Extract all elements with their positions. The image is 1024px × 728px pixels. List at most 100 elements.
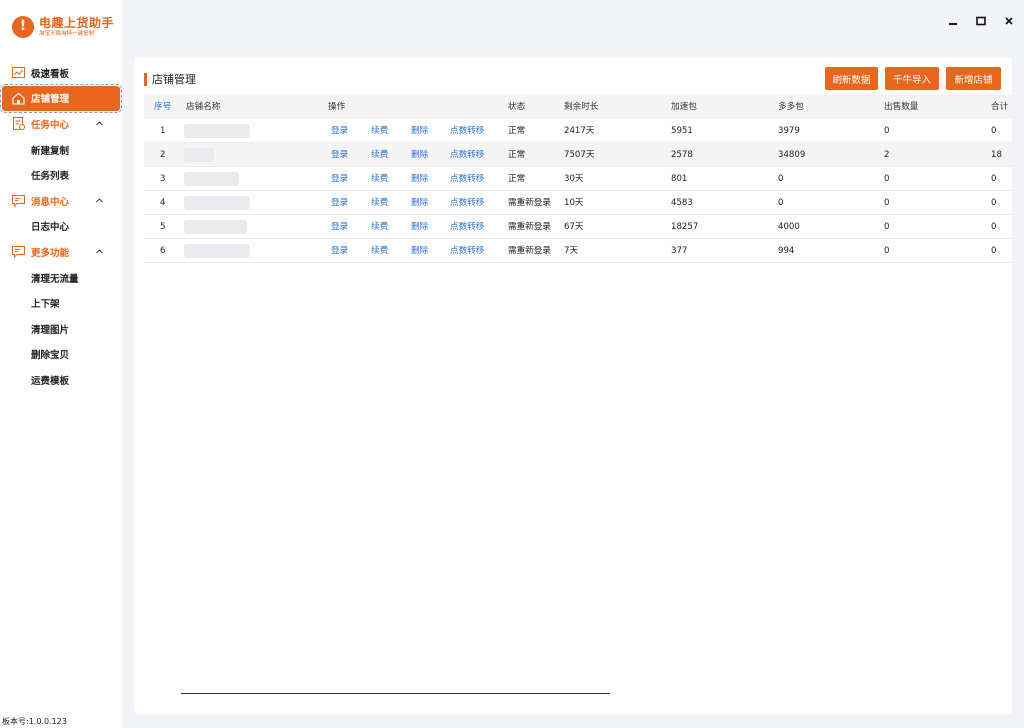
delete-link[interactable]: 删除 (411, 167, 428, 191)
horizontal-scrollbar[interactable] (181, 693, 610, 694)
minimize-button[interactable] (946, 14, 960, 28)
cell-speed-pack: 4583 (671, 198, 693, 208)
sidebar-item-new-copy[interactable]: 新建复制 (0, 137, 122, 163)
header-sold: 出售数量 (884, 102, 919, 112)
cell-duo-pack: 0 (778, 174, 784, 184)
close-button[interactable] (1002, 14, 1016, 28)
renew-link[interactable]: 续费 (371, 239, 388, 263)
header-seq[interactable]: 序号 (154, 95, 171, 119)
store-name-redacted (184, 220, 247, 234)
cell-total: 18 (991, 150, 1002, 160)
sidebar-nav: 极速看板 店铺管理 任务中心 新建复制 任务列表 消息中心 日志中心 更多功能 (0, 60, 122, 393)
table-row: 5 登录 续费 删除 点数转移 需重新登录 67天 18257 4000 0 0 (144, 215, 1012, 239)
renew-link[interactable]: 续费 (371, 167, 388, 191)
close-icon (1005, 17, 1013, 25)
sidebar-item-clean-no-traffic[interactable]: 清理无流量 (0, 265, 122, 291)
cell-duo-pack: 994 (778, 246, 795, 256)
login-link[interactable]: 登录 (331, 167, 348, 191)
qianniu-import-button[interactable]: 千牛导入 (885, 67, 939, 90)
sidebar-group-message-center[interactable]: 消息中心 (0, 188, 122, 214)
cell-remaining: 2417天 (564, 126, 595, 136)
cell-remaining: 67天 (564, 222, 584, 232)
table-row: 3 登录 续费 删除 点数转移 正常 30天 801 0 0 0 (144, 167, 1012, 191)
cell-status: 正常 (508, 126, 526, 136)
sidebar-item-clean-images[interactable]: 清理图片 (0, 316, 122, 342)
cell-status: 正常 (508, 174, 526, 184)
sidebar-item-label: 更多功能 (31, 247, 70, 259)
cell-seq: 1 (160, 126, 166, 136)
chevron-up-icon[interactable] (96, 248, 103, 255)
cell-remaining: 10天 (564, 198, 584, 208)
renew-link[interactable]: 续费 (371, 143, 388, 167)
header-duo-pack: 多多包 (778, 102, 804, 112)
transfer-points-link[interactable]: 点数转移 (450, 143, 484, 167)
transfer-points-link[interactable]: 点数转移 (450, 167, 484, 191)
cell-total: 0 (991, 174, 997, 184)
store-name-redacted (184, 148, 214, 162)
sidebar-item-delete-items[interactable]: 删除宝贝 (0, 342, 122, 368)
add-store-button[interactable]: 新增店铺 (946, 67, 1001, 90)
cell-total: 0 (991, 222, 997, 232)
delete-link[interactable]: 删除 (411, 119, 428, 143)
header-speed-pack: 加速包 (671, 102, 697, 112)
delete-link[interactable]: 删除 (411, 191, 428, 215)
cell-status: 需重新登录 (508, 198, 551, 208)
cell-speed-pack: 18257 (671, 222, 699, 232)
cell-remaining: 7507天 (564, 150, 595, 160)
cell-sold: 2 (884, 150, 890, 160)
delete-link[interactable]: 删除 (411, 239, 428, 263)
sidebar-item-store-management[interactable]: 店铺管理 (0, 83, 122, 114)
sidebar-item-label: 上下架 (31, 299, 60, 311)
sidebar-item-shipping-template[interactable]: 运费模板 (0, 367, 122, 393)
sidebar-item-task-list[interactable]: 任务列表 (0, 162, 122, 188)
app-subtitle: 淘宝天猫淘特一键复制 (39, 30, 95, 37)
message-icon (12, 194, 25, 207)
more-icon (12, 246, 25, 259)
renew-link[interactable]: 续费 (371, 119, 388, 143)
maximize-button[interactable] (974, 14, 988, 28)
cell-total: 0 (991, 246, 997, 256)
transfer-points-link[interactable]: 点数转移 (450, 215, 484, 239)
renew-link[interactable]: 续费 (371, 215, 388, 239)
sidebar-group-more-features[interactable]: 更多功能 (0, 239, 122, 265)
cell-speed-pack: 5951 (671, 126, 693, 136)
refresh-data-button[interactable]: 刷新数据 (825, 67, 878, 90)
task-icon (13, 117, 25, 131)
sidebar-item-label: 清理无流量 (31, 273, 79, 285)
sidebar-item-label: 任务列表 (31, 171, 70, 183)
login-link[interactable]: 登录 (331, 239, 348, 263)
transfer-points-link[interactable]: 点数转移 (450, 119, 484, 143)
login-link[interactable]: 登录 (331, 215, 348, 239)
store-icon (12, 92, 25, 105)
cell-seq: 2 (160, 150, 166, 160)
cell-total: 0 (991, 126, 997, 136)
cell-total: 0 (991, 198, 997, 208)
store-management-panel: 店铺管理 刷新数据 千牛导入 新增店铺 序号 店铺名称 操作 状态 剩余时长 加… (134, 57, 1012, 714)
chart-icon (12, 67, 25, 78)
store-name-redacted (184, 124, 250, 138)
transfer-points-link[interactable]: 点数转移 (450, 239, 484, 263)
chevron-up-icon[interactable] (96, 197, 103, 204)
sidebar-item-list-delist[interactable]: 上下架 (0, 290, 122, 316)
chevron-up-icon[interactable] (96, 120, 103, 127)
cell-sold: 0 (884, 198, 890, 208)
login-link[interactable]: 登录 (331, 191, 348, 215)
cell-duo-pack: 34809 (778, 150, 806, 160)
sidebar-item-log-center[interactable]: 日志中心 (0, 214, 122, 240)
cell-seq: 5 (160, 222, 166, 232)
maximize-icon (976, 16, 986, 26)
logo-icon (12, 16, 34, 38)
cell-status: 需重新登录 (508, 246, 551, 256)
cell-sold: 0 (884, 222, 890, 232)
renew-link[interactable]: 续费 (371, 191, 388, 215)
login-link[interactable]: 登录 (331, 143, 348, 167)
sidebar-group-task-center[interactable]: 任务中心 (0, 111, 122, 137)
sidebar-item-dashboard[interactable]: 极速看板 (0, 60, 122, 86)
table-header: 序号 店铺名称 操作 状态 剩余时长 加速包 多多包 出售数量 合计 (144, 95, 1012, 119)
login-link[interactable]: 登录 (331, 119, 348, 143)
table-row: 6 登录 续费 删除 点数转移 需重新登录 7天 377 994 0 0 (144, 239, 1012, 263)
delete-link[interactable]: 删除 (411, 215, 428, 239)
app-title: 电趣上货助手 (39, 15, 115, 30)
delete-link[interactable]: 删除 (411, 143, 428, 167)
transfer-points-link[interactable]: 点数转移 (450, 191, 484, 215)
